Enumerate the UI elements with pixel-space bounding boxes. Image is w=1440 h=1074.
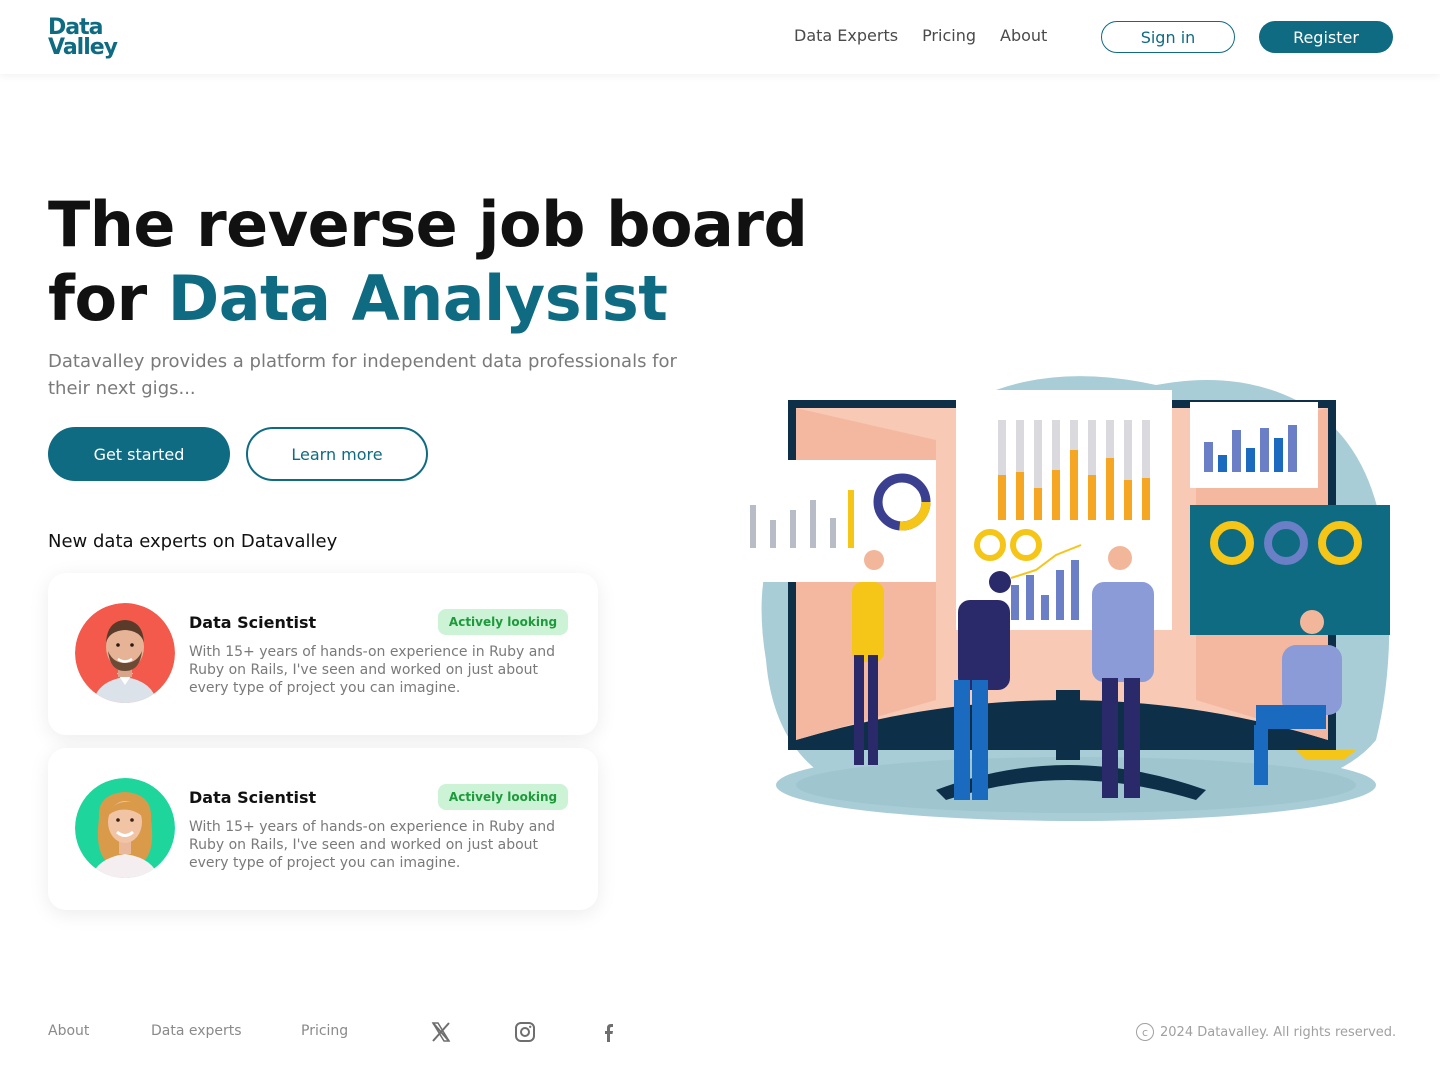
hero-illustration — [736, 360, 1396, 830]
copyright-icon: c — [1136, 1023, 1154, 1041]
avatar — [75, 778, 175, 878]
nav-about[interactable]: About — [1000, 26, 1047, 45]
facebook-icon[interactable] — [597, 1020, 621, 1044]
hero-subtitle: Datavalley provides a platform for indep… — [48, 351, 677, 399]
expert-role: Data Scientist — [189, 788, 317, 807]
experts-section-title: New data experts on Datavalley — [48, 531, 338, 552]
nav-pricing[interactable]: Pricing — [922, 26, 976, 45]
site-header: Data Valley Data Experts Pricing About S… — [0, 0, 1440, 74]
expert-role: Data Scientist — [189, 613, 317, 632]
copyright: c 2024 Datavalley. All rights reserved. — [1136, 1023, 1396, 1041]
expert-description: With 15+ years of hands-on experience in… — [189, 644, 556, 696]
hero-title: The reverse job board for Data Analysist — [48, 188, 808, 336]
register-button[interactable]: Register — [1259, 21, 1393, 53]
sign-in-button[interactable]: Sign in — [1101, 21, 1235, 53]
footer-link-pricing[interactable]: Pricing — [301, 1023, 348, 1039]
learn-more-button[interactable]: Learn more — [246, 427, 428, 481]
nav-data-experts[interactable]: Data Experts — [794, 26, 898, 45]
datavalley-logo[interactable]: Data Valley — [48, 17, 128, 60]
footer-link-data-experts[interactable]: Data experts — [151, 1023, 242, 1039]
status-badge: Actively looking — [438, 609, 568, 635]
copyright-text: 2024 Datavalley. All rights reserved. — [1160, 1024, 1397, 1040]
logo-line2: Valley — [48, 35, 118, 60]
x-icon[interactable] — [429, 1020, 453, 1044]
expert-card[interactable]: Data Scientist Actively looking With 15+… — [48, 573, 598, 735]
instagram-icon[interactable] — [513, 1020, 537, 1044]
hero-title-accent: Data Analysist — [167, 262, 668, 335]
expert-card[interactable]: Data Scientist Actively looking With 15+… — [48, 748, 598, 910]
hero-title-for: for — [48, 262, 168, 335]
get-started-button[interactable]: Get started — [48, 427, 230, 481]
status-badge: Actively looking — [438, 784, 568, 810]
hero-title-line1: The reverse job board — [48, 188, 808, 261]
expert-description: With 15+ years of hands-on experience in… — [189, 819, 556, 871]
avatar — [75, 603, 175, 703]
footer-link-about[interactable]: About — [48, 1023, 89, 1039]
main-nav: Data Experts Pricing About — [794, 26, 1047, 45]
